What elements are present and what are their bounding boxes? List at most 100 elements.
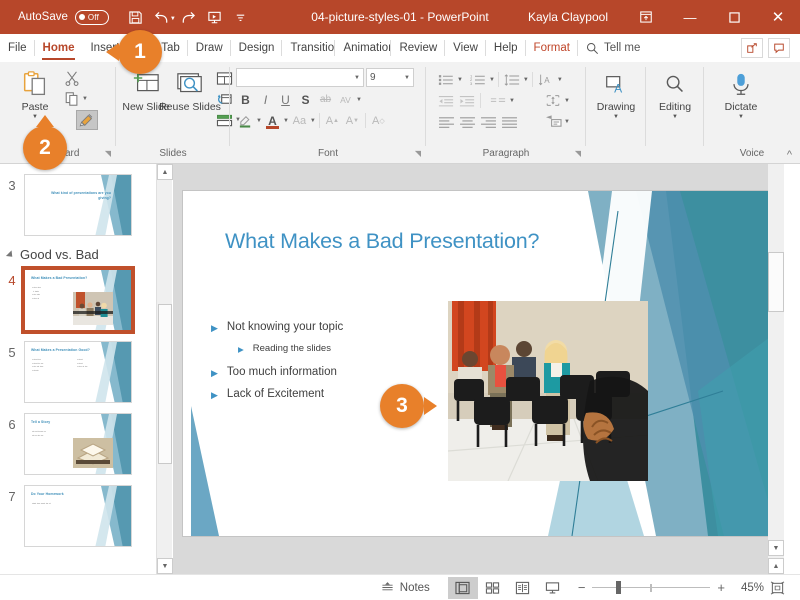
- thumbnail-slide-3[interactable]: 3 What kind of presentations are you giv…: [0, 164, 156, 241]
- character-spacing-dropdown-icon[interactable]: ▼: [356, 97, 362, 103]
- stage-scroll-down-icon[interactable]: ▼: [768, 540, 784, 556]
- convert-to-smartart-dropdown-icon[interactable]: ▼: [564, 119, 570, 125]
- thumbnail-slide-6[interactable]: 6 Tell a Story ▪▪▪ ▪▪▪ ▪▪▪▪▪▪ ▪▪ ▪▪▪ ▪▪ ▪…: [0, 408, 156, 480]
- align-text-icon[interactable]: [543, 91, 563, 111]
- autosave-control[interactable]: AutoSave Off: [18, 9, 109, 25]
- thumbnail-scrollbar[interactable]: ▲ ▼: [156, 164, 173, 574]
- section-collapse-icon[interactable]: [5, 249, 16, 260]
- copy-dropdown-icon[interactable]: ▼: [82, 96, 88, 102]
- font-name-input[interactable]: ▼: [236, 68, 364, 87]
- thumbnail-frame-5[interactable]: What Makes a Presentation Good? ▪ ▪▪▪▪▪ …: [24, 341, 132, 403]
- line-spacing-dropdown-icon[interactable]: ▼: [523, 77, 529, 83]
- font-dialog-launcher-icon[interactable]: ◥: [415, 149, 421, 158]
- normal-view-button[interactable]: [447, 576, 478, 599]
- dictate-button[interactable]: Dictate ▼: [718, 66, 764, 120]
- thumbnail-frame-3[interactable]: What kind of presentations are you givin…: [24, 174, 132, 236]
- thumbnail-slide-7[interactable]: 7 Do Your Homework ▪▪▪▪▪ ▪▪▪▪ ▪▪▪▪▪ ▪▪▪ …: [0, 480, 156, 552]
- editing-button[interactable]: Editing ▼: [652, 66, 698, 120]
- font-color-dropdown-icon[interactable]: ▼: [283, 118, 289, 124]
- collapse-ribbon-button[interactable]: ^: [787, 149, 792, 161]
- copy-button[interactable]: ▼: [62, 89, 98, 109]
- tab-animations[interactable]: Animations: [335, 34, 392, 62]
- zoom-percent[interactable]: 45%: [732, 582, 764, 594]
- text-direction-icon[interactable]: A: [536, 70, 556, 90]
- tab-transitions[interactable]: Transitions: [282, 34, 336, 62]
- cut-button[interactable]: [62, 68, 98, 88]
- clear-formatting-button[interactable]: A ◇: [369, 111, 388, 130]
- slide-thumbnail-pane[interactable]: 3 What kind of presentations are you giv…: [0, 164, 156, 574]
- maximize-button[interactable]: [712, 0, 756, 34]
- convert-to-smartart-icon[interactable]: [543, 112, 563, 132]
- thumbnail-slide-4[interactable]: 4 What Makes a Bad Presentation? ▪ ▪▪▪▪ …: [0, 266, 156, 336]
- text-highlight-icon[interactable]: [236, 111, 255, 130]
- tell-me-box[interactable]: Tell me: [578, 42, 648, 55]
- reuse-slides-button[interactable]: Reuse Slides: [159, 66, 221, 113]
- tab-file[interactable]: File: [0, 34, 35, 62]
- align-text-dropdown-icon[interactable]: ▼: [564, 98, 570, 104]
- slide-area-scrollbar[interactable]: ▼ ▲: [768, 164, 784, 574]
- italic-button[interactable]: I: [256, 90, 275, 109]
- format-painter-button[interactable]: [76, 110, 98, 130]
- thumbnail-slide-5[interactable]: 5 What Makes a Presentation Good? ▪ ▪▪▪▪…: [0, 336, 156, 408]
- paste-button[interactable]: Paste ▼: [12, 66, 58, 120]
- slide-editing-stage[interactable]: What Makes a Bad Presentation? ▶ Not know…: [173, 164, 784, 574]
- align-center-icon[interactable]: [457, 112, 477, 132]
- dictate-dropdown-icon[interactable]: ▼: [738, 114, 744, 120]
- tab-help[interactable]: Help: [486, 34, 526, 62]
- slideshow-view-button[interactable]: [538, 577, 568, 599]
- stage-next-slide-icon[interactable]: ▲: [768, 558, 784, 574]
- ribbon-display-options-icon[interactable]: [624, 0, 668, 34]
- line-spacing-icon[interactable]: [502, 70, 522, 90]
- text-shadow-button[interactable]: S: [296, 90, 315, 109]
- zoom-handle[interactable]: [616, 581, 622, 594]
- minimize-button[interactable]: —: [668, 0, 712, 34]
- decrease-indent-icon[interactable]: [436, 91, 456, 111]
- text-direction-dropdown-icon[interactable]: ▼: [557, 77, 563, 83]
- slide-title[interactable]: What Makes a Bad Presentation?: [225, 229, 539, 254]
- thumbnail-frame-4[interactable]: What Makes a Bad Presentation? ▪ ▪▪▪▪ ▪▪…: [21, 266, 135, 334]
- close-button[interactable]: ✕: [756, 0, 800, 34]
- fit-slide-to-window-button[interactable]: [764, 577, 790, 599]
- align-right-icon[interactable]: [478, 112, 498, 132]
- increase-indent-icon[interactable]: [457, 91, 477, 111]
- scroll-down-arrow-icon[interactable]: ▼: [157, 558, 173, 574]
- font-size-input[interactable]: 9 ▼: [366, 68, 414, 87]
- justify-icon[interactable]: [499, 112, 519, 132]
- font-color-button[interactable]: A: [263, 111, 282, 130]
- customize-qat-icon[interactable]: [228, 4, 254, 30]
- increase-font-size-button[interactable]: A ▲: [323, 111, 342, 130]
- thumbnail-frame-6[interactable]: Tell a Story ▪▪▪ ▪▪▪ ▪▪▪▪▪▪ ▪▪ ▪▪▪ ▪▪ ▪▪▪…: [24, 413, 132, 475]
- scroll-up-arrow-icon[interactable]: ▲: [157, 164, 173, 180]
- tab-review[interactable]: Review: [391, 34, 445, 62]
- redo-icon[interactable]: [176, 4, 202, 30]
- bullets-dropdown-icon[interactable]: ▼: [457, 77, 463, 83]
- reading-view-button[interactable]: [508, 577, 538, 599]
- stage-scrollbar-thumb[interactable]: [768, 252, 784, 312]
- slide-picture[interactable]: [448, 301, 648, 481]
- numbering-dropdown-icon[interactable]: ▼: [489, 77, 495, 83]
- zoom-out-button[interactable]: −: [578, 580, 586, 595]
- autosave-toggle[interactable]: Off: [74, 9, 109, 25]
- current-slide[interactable]: What Makes a Bad Presentation? ▶ Not know…: [183, 191, 778, 536]
- section-good-vs-bad[interactable]: Good vs. Bad: [0, 241, 156, 268]
- strikethrough-button[interactable]: ab: [316, 90, 335, 109]
- slide-sorter-view-button[interactable]: [478, 577, 508, 599]
- font-size-dropdown-icon[interactable]: ▼: [404, 75, 410, 81]
- scrollbar-thumb[interactable]: [158, 304, 172, 464]
- numbering-icon[interactable]: 123: [468, 70, 488, 90]
- zoom-slider[interactable]: [592, 581, 711, 594]
- zoom-in-button[interactable]: +: [717, 580, 725, 595]
- character-spacing-button[interactable]: AV: [336, 90, 355, 109]
- bullets-icon[interactable]: [436, 70, 456, 90]
- comments-button[interactable]: [768, 38, 790, 58]
- text-highlight-dropdown-icon[interactable]: ▼: [256, 118, 262, 124]
- bold-button[interactable]: B: [236, 90, 255, 109]
- font-name-dropdown-icon[interactable]: ▼: [354, 75, 360, 81]
- decrease-font-size-button[interactable]: A ▼: [343, 111, 362, 130]
- drawing-dropdown-icon[interactable]: ▼: [613, 114, 619, 120]
- columns-icon[interactable]: [488, 91, 508, 111]
- tab-format[interactable]: Format: [526, 34, 579, 62]
- tab-design[interactable]: Design: [231, 34, 283, 62]
- start-slideshow-icon[interactable]: [202, 4, 228, 30]
- clipboard-dialog-launcher-icon[interactable]: ◥: [105, 149, 111, 158]
